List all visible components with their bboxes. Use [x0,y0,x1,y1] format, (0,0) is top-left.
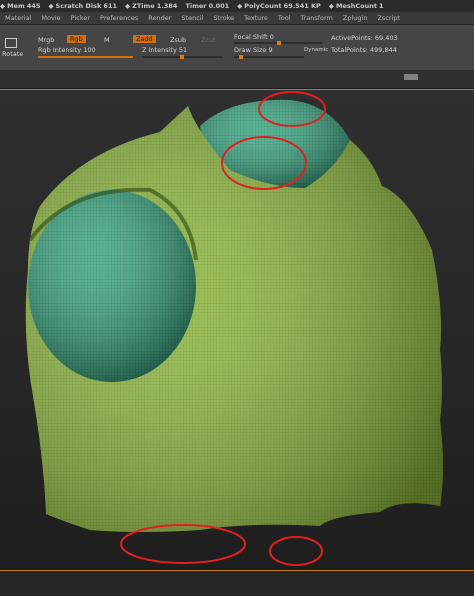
m-button[interactable]: M [104,36,110,44]
rgb-intensity-slider[interactable] [38,56,133,58]
meshcount-readout: ◆ MeshCount 1 [328,2,384,10]
canvas-viewport[interactable] [0,89,474,571]
rgb-intensity-label[interactable]: Rgb Intensity 100 [38,46,96,54]
dynamic-button[interactable]: Dynamic [304,47,328,53]
draw-size-slider[interactable] [234,55,304,59]
z-intensity-label[interactable]: Z Intensity 51 [142,46,187,54]
draw-size-label[interactable]: Draw Size 9 [234,46,273,54]
menu-zscript[interactable]: Zscript [372,14,405,22]
rotate-label: Rotate [2,50,24,58]
bottom-bar [0,571,474,596]
menu-zplugin[interactable]: Zplugin [338,14,373,22]
menu-stencil[interactable]: Stencil [176,14,208,22]
top-toolbar: Rotate Mrgb Rgb M Zadd Zsub Zcut Rgb Int… [0,25,474,70]
zcut-button[interactable]: Zcut [201,36,216,44]
toolbar-separator [0,70,474,89]
z-intensity-value: 51 [178,46,188,54]
menu-texture[interactable]: Texture [239,14,273,22]
draw-size-value: 9 [268,46,273,54]
menu-material[interactable]: Material [0,14,36,22]
annotation-circle-hem-right [269,536,323,566]
ztime-readout: ◆ ZTime 1.384 [125,2,178,10]
zsub-button[interactable]: Zsub [170,36,186,44]
menu-picker[interactable]: Picker [66,14,95,22]
focal-shift-slider[interactable] [234,41,322,45]
menu-movie[interactable]: Movie [36,14,65,22]
focal-shift-value: 0 [269,33,274,41]
status-bar: ◆ Mem 445 ◆ Scratch Disk 611 ◆ ZTime 1.3… [0,0,474,12]
mrgb-button[interactable]: Mrgb [38,36,54,44]
menu-bar: Material Movie Picker Preferences Render Sten… [0,12,474,25]
rotate-button[interactable]: Rotate [2,38,23,58]
menu-stroke[interactable]: Stroke [208,14,239,22]
rgb-button[interactable]: Rgb [67,35,86,43]
zadd-button[interactable]: Zadd [133,35,156,43]
focal-shift-label[interactable]: Focal Shift 0 [234,33,274,41]
active-points-readout: ActivePoints: 69,403 [331,34,398,42]
menu-transform[interactable]: Transform [296,14,338,22]
mem-readout: ◆ Mem 445 [0,2,41,10]
rotate-icon [5,38,17,48]
mesh-render [25,91,443,566]
menu-render[interactable]: Render [143,14,176,22]
timer-readout: Timer 0.001 [185,2,230,10]
menu-preferences[interactable]: Preferences [95,14,143,22]
total-points-readout: TotalPoints: 499,844 [331,46,397,54]
polycount-readout: ◆ PolyCount 69.541 KP [237,2,321,10]
z-intensity-slider[interactable] [142,55,222,59]
rgb-intensity-value: 100 [83,46,96,54]
menu-tool[interactable]: Tool [273,14,296,22]
collapse-handle[interactable] [404,74,418,80]
scratch-disk-readout: ◆ Scratch Disk 611 [48,2,117,10]
